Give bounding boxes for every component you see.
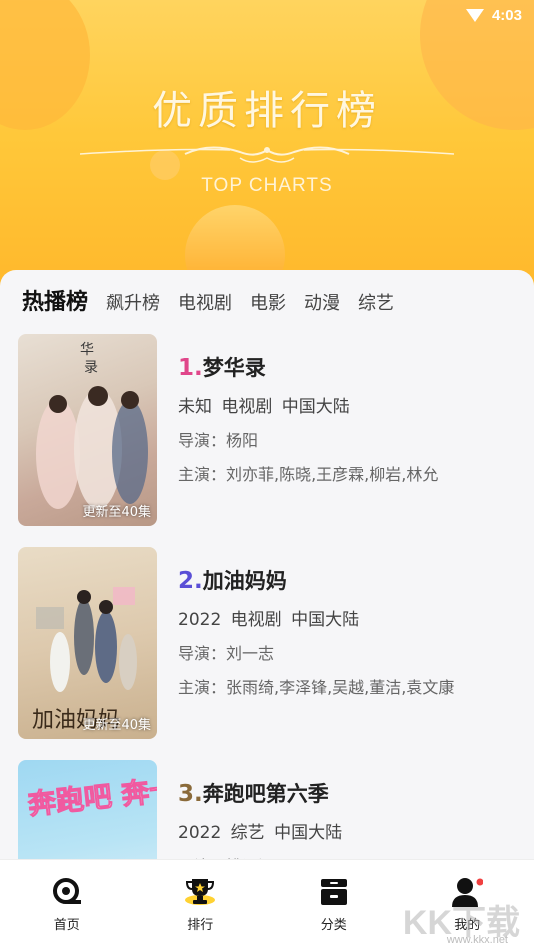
item-title: 梦华录 bbox=[203, 356, 266, 380]
ranking-list: 华 录 更新至40集 1.梦华录 未知 电视剧 中国大陆 导演：杨阳 主演：刘亦… bbox=[0, 334, 534, 870]
nav-ranking[interactable]: 排行 bbox=[134, 860, 268, 950]
item-cast: 主演：张雨绮,李泽锋,吴越,董洁,袁文康 bbox=[178, 674, 518, 698]
update-badge: 更新至40集 bbox=[82, 501, 151, 520]
tab-movie[interactable]: 电影 bbox=[250, 289, 286, 315]
nav-label: 排行 bbox=[187, 914, 213, 933]
status-bar: 4:03 bbox=[466, 4, 522, 26]
item-meta: 2022 电视剧 中国大陆 bbox=[178, 605, 518, 630]
item-title-row[interactable]: 2.加油妈妈 bbox=[178, 565, 518, 595]
watermark-url: www.kkx.net bbox=[447, 934, 508, 946]
trophy-icon bbox=[184, 876, 216, 908]
item-title: 加油妈妈 bbox=[203, 569, 287, 593]
top-charts-banner: 4:03 优质排行榜 TOP CHARTS bbox=[0, 0, 534, 300]
svg-text:录: 录 bbox=[84, 360, 98, 376]
tab-anime[interactable]: 动漫 bbox=[304, 289, 340, 315]
nav-home[interactable]: 首页 bbox=[0, 860, 134, 950]
banner-title: 优质排行榜 bbox=[0, 78, 534, 136]
poster-title-art: 奔跑吧 奔十啦! bbox=[26, 768, 157, 821]
ornament-divider bbox=[80, 138, 454, 168]
wifi-icon bbox=[466, 9, 484, 22]
rank-number: 2. bbox=[178, 568, 203, 594]
list-item[interactable]: 奔跑吧 奔十啦! 3.奔跑吧第六季 2022 综艺 中国大陆 导演：姚译添 bbox=[0, 760, 534, 870]
item-meta: 未知 电视剧 中国大陆 bbox=[178, 392, 518, 417]
tab-variety[interactable]: 综艺 bbox=[358, 289, 394, 315]
rank-number: 3. bbox=[178, 781, 203, 807]
svg-text:华: 华 bbox=[80, 342, 94, 358]
item-info: 3.奔跑吧第六季 2022 综艺 中国大陆 导演：姚译添 bbox=[178, 778, 518, 870]
list-item[interactable]: 加油妈妈 更新至40集 2.加油妈妈 2022 电视剧 中国大陆 导演：刘一志 … bbox=[0, 547, 534, 760]
poster-art: 加油妈妈 bbox=[18, 547, 157, 739]
item-info: 1.梦华录 未知 电视剧 中国大陆 导演：杨阳 主演：刘亦菲,陈晓,王彦霖,柳岩… bbox=[178, 352, 518, 485]
item-title-row[interactable]: 3.奔跑吧第六季 bbox=[178, 778, 518, 808]
tab-rising[interactable]: 飙升榜 bbox=[106, 289, 160, 315]
item-info: 2.加油妈妈 2022 电视剧 中国大陆 导演：刘一志 主演：张雨绮,李泽锋,吴… bbox=[178, 565, 518, 698]
banner-subtitle: TOP CHARTS bbox=[0, 175, 534, 197]
poster-art: 奔跑吧 奔十啦! bbox=[18, 760, 157, 870]
ranking-tabs: 热播榜 飙升榜 电视剧 电影 动漫 综艺 bbox=[22, 284, 394, 316]
status-time: 4:03 bbox=[492, 7, 522, 24]
notification-dot bbox=[477, 879, 484, 886]
nav-label: 分类 bbox=[321, 914, 347, 933]
poster-image[interactable]: 加油妈妈 更新至40集 bbox=[18, 547, 157, 739]
tab-tv[interactable]: 电视剧 bbox=[178, 289, 232, 315]
ranking-card: 热播榜 飙升榜 电视剧 电影 动漫 综艺 华 录 更新至40集 bbox=[0, 270, 534, 870]
rank-number: 1. bbox=[178, 355, 203, 381]
item-cast: 主演：刘亦菲,陈晓,王彦霖,柳岩,林允 bbox=[178, 461, 518, 485]
category-icon bbox=[318, 876, 350, 908]
item-director: 导演：杨阳 bbox=[178, 427, 518, 451]
item-meta: 2022 综艺 中国大陆 bbox=[178, 818, 518, 843]
nav-label: 首页 bbox=[54, 914, 80, 933]
poster-art: 华 录 bbox=[18, 334, 157, 526]
poster-image[interactable]: 奔跑吧 奔十啦! bbox=[18, 760, 157, 870]
poster-image[interactable]: 华 录 更新至40集 bbox=[18, 334, 157, 526]
item-title: 奔跑吧第六季 bbox=[203, 782, 329, 806]
nav-category[interactable]: 分类 bbox=[267, 860, 401, 950]
update-badge: 更新至40集 bbox=[82, 714, 151, 733]
list-item[interactable]: 华 录 更新至40集 1.梦华录 未知 电视剧 中国大陆 导演：杨阳 主演：刘亦… bbox=[0, 334, 534, 547]
home-icon bbox=[51, 876, 83, 908]
tab-hot[interactable]: 热播榜 bbox=[22, 284, 88, 316]
item-director: 导演：刘一志 bbox=[178, 640, 518, 664]
item-title-row[interactable]: 1.梦华录 bbox=[178, 352, 518, 382]
